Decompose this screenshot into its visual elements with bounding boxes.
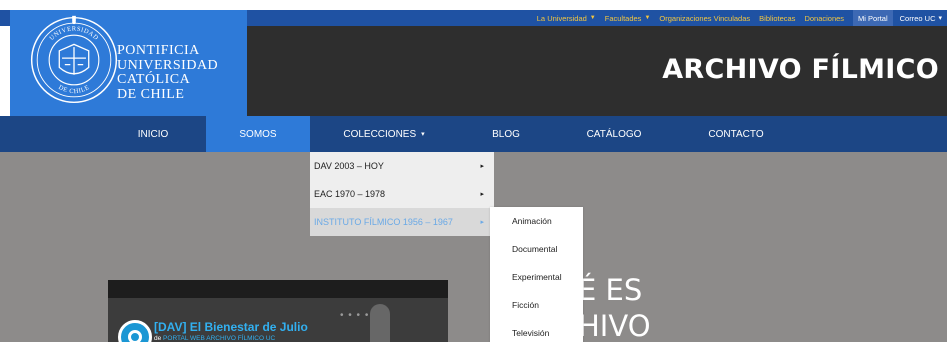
seal-text-bottom: DE CHILE: [57, 84, 90, 95]
dropdown-item-label: DAV 2003 – HOY: [314, 161, 384, 171]
mi-portal-button[interactable]: Mi Portal: [853, 10, 893, 26]
correo-uc-link[interactable]: Correo UC ▾: [895, 14, 947, 23]
site-header: ARCHIVO FÍLMICO: [247, 26, 947, 116]
submenu-item-animacion[interactable]: Animación: [490, 207, 583, 235]
utility-link-la-universidad[interactable]: La Universidad ▼: [537, 14, 596, 23]
nav-item-label: COLECCIONES: [343, 128, 417, 140]
utility-link-label: La Universidad: [536, 13, 587, 23]
hero-heading-line: HIVO: [578, 309, 651, 342]
dropdown-item-instituto-filmico[interactable]: INSTITUTO FÍLMICO 1956 – 1967 ▸: [310, 208, 494, 236]
utility-link-label: Organizaciones Vinculadas: [659, 13, 751, 23]
utility-link-donaciones[interactable]: Donaciones: [804, 14, 844, 23]
video-menu-dots: • • • •: [340, 310, 370, 321]
utility-link-label: Bibliotecas: [759, 13, 796, 23]
nav-item-label: INICIO: [137, 128, 169, 140]
dropdown-item-label: EAC 1970 – 1978: [314, 189, 386, 199]
correo-uc-label: Correo UC: [899, 13, 936, 23]
video-byline: de PORTAL WEB ARCHIVO FÍLMICO UC: [154, 335, 275, 342]
utility-link-organizaciones[interactable]: Organizaciones Vinculadas: [659, 14, 750, 23]
colecciones-dropdown: DAV 2003 – HOY ▸ EAC 1970 – 1978 ▸ INSTI…: [310, 152, 494, 236]
caret-down-icon: ▼: [589, 15, 596, 21]
utility-link-bibliotecas[interactable]: Bibliotecas: [759, 14, 795, 23]
chevron-right-icon: ▸: [480, 163, 484, 170]
video-byline-prefix: de: [154, 335, 162, 342]
video-embed[interactable]: • • • • [DAV] El Bienestar de Julio de P…: [108, 280, 448, 342]
main-nav: INICIO SOMOS COLECCIONES ▾ BLOG CATÁLOGO…: [0, 116, 947, 152]
chevron-right-icon: ▸: [480, 219, 484, 226]
university-logo[interactable]: UNIVERSIDAD DE CHILE PONTIFICIA UNIVERSI…: [10, 10, 247, 116]
submenu-item-television[interactable]: Televisión: [490, 319, 583, 342]
nav-item-inicio[interactable]: INICIO: [100, 116, 206, 152]
university-name-line: DE CHILE: [117, 86, 185, 102]
avatar-ring-icon: [128, 330, 142, 342]
university-name-line: CATÓLICA: [117, 72, 191, 87]
utility-link-label: Facultades: [604, 13, 642, 23]
video-channel-link[interactable]: PORTAL WEB ARCHIVO FÍLMICO UC: [163, 335, 275, 342]
nav-item-label: CONTACTO: [708, 128, 764, 140]
nav-item-label: BLOG: [492, 128, 520, 140]
utility-links: La Universidad ▼ Facultades ▼ Organizaci…: [537, 10, 947, 26]
caret-down-icon: ▼: [644, 15, 651, 21]
submenu-item-documental[interactable]: Documental: [490, 235, 583, 263]
video-title[interactable]: [DAV] El Bienestar de Julio: [154, 320, 308, 334]
nav-item-contacto[interactable]: CONTACTO: [674, 116, 798, 152]
utility-link-label: Donaciones: [804, 13, 845, 23]
submenu-item-ficcion[interactable]: Ficción: [490, 291, 583, 319]
hero-heading-line: É ES: [578, 273, 643, 307]
dropdown-item-eac[interactable]: EAC 1970 – 1978 ▸: [310, 180, 494, 208]
nav-item-label: CATÁLOGO: [586, 128, 642, 140]
video-thumbnail-figure: [370, 304, 390, 342]
university-name-line: UNIVERSIDAD: [117, 57, 219, 73]
nav-item-catalogo[interactable]: CATÁLOGO: [554, 116, 674, 152]
nav-item-blog[interactable]: BLOG: [458, 116, 554, 152]
university-name-line: PONTIFICIA: [117, 43, 200, 58]
caret-down-icon: ▾: [938, 15, 942, 22]
university-name: PONTIFICIA UNIVERSIDAD CATÓLICA DE CHILE: [117, 43, 219, 102]
hero-heading: É ES HIVO: [578, 272, 651, 342]
site-title[interactable]: ARCHIVO FÍLMICO: [662, 54, 939, 85]
university-seal-icon: UNIVERSIDAD DE CHILE: [30, 15, 118, 104]
svg-text:DE CHILE: DE CHILE: [57, 84, 91, 95]
nav-item-somos[interactable]: SOMOS: [206, 116, 310, 152]
utility-link-facultades[interactable]: Facultades ▼: [605, 14, 651, 23]
instituto-filmico-submenu: Animación Documental Experimental Ficció…: [490, 207, 583, 342]
dropdown-item-dav[interactable]: DAV 2003 – HOY ▸: [310, 152, 494, 180]
submenu-item-experimental[interactable]: Experimental: [490, 263, 583, 291]
dropdown-item-label: INSTITUTO FÍLMICO 1956 – 1967: [314, 217, 453, 227]
chevron-right-icon: ▸: [480, 191, 484, 198]
caret-down-icon: ▾: [421, 131, 425, 138]
nav-item-label: SOMOS: [239, 128, 277, 140]
nav-item-colecciones[interactable]: COLECCIONES ▾: [310, 116, 458, 152]
